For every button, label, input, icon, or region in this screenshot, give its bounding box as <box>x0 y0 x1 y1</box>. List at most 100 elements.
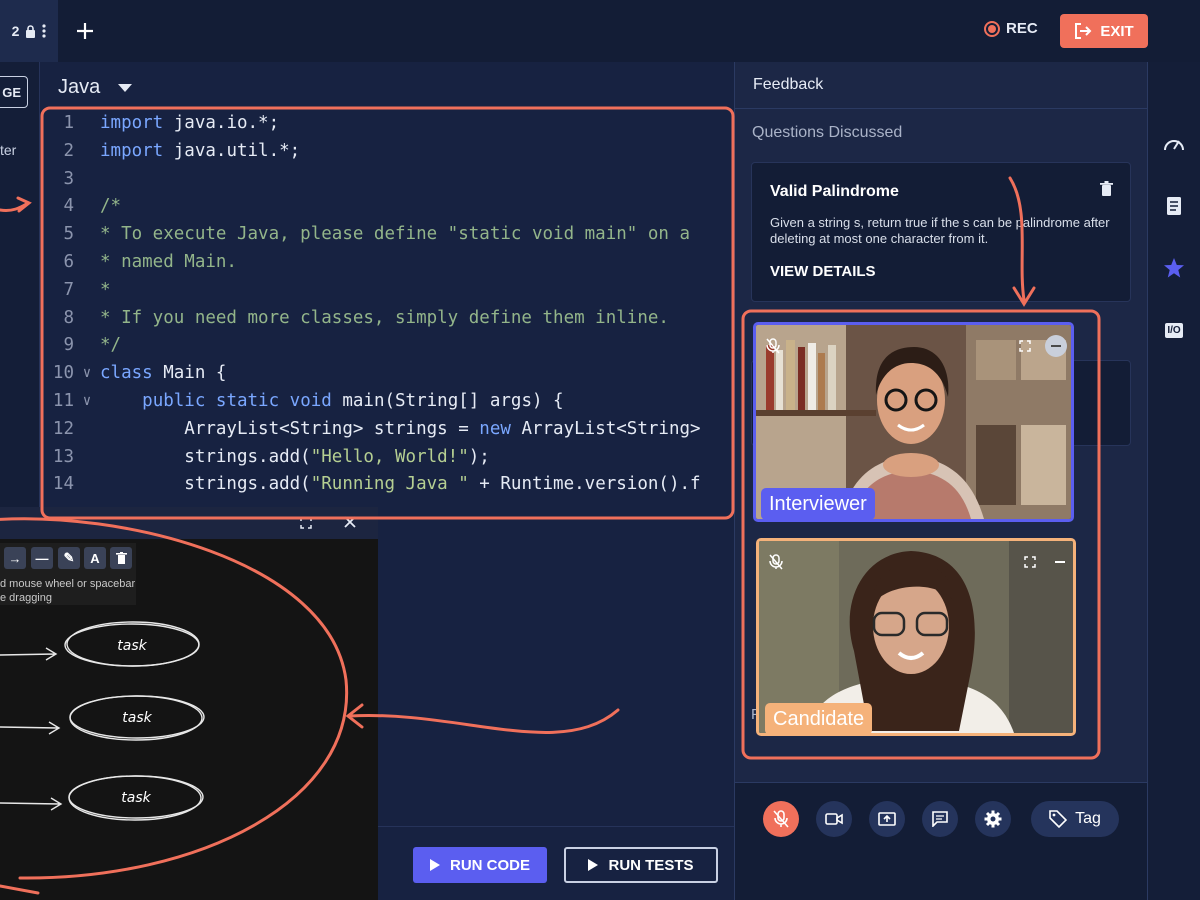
fold-gutter <box>74 110 100 138</box>
text-tool-button[interactable]: A <box>84 547 106 569</box>
chat-icon <box>932 811 948 827</box>
line-tool-button[interactable]: — <box>31 547 53 569</box>
code-token: ArrayList<String> strings = <box>100 418 480 439</box>
minimize-icon[interactable] <box>1045 335 1067 357</box>
code-line[interactable]: 2 import java.util.*; <box>40 138 732 166</box>
whiteboard-toolbar: → — ✎ A d mouse wheel or spacebar e drag… <box>0 543 136 605</box>
code-line[interactable]: 7 * <box>40 277 732 305</box>
mic-off-icon <box>765 551 787 573</box>
code-token: ); <box>468 446 490 467</box>
line-number: 14 <box>52 474 74 495</box>
code-line[interactable]: 14 strings.add("Running Java " + Runtime… <box>40 471 732 499</box>
line-number: 1 <box>63 113 74 133</box>
left-panel-button[interactable]: GE <box>0 76 28 108</box>
run-code-button[interactable]: RUN CODE <box>413 847 547 883</box>
code-token: java.util.*; <box>173 140 301 161</box>
trash-icon[interactable] <box>1100 181 1113 196</box>
view-details-link[interactable]: VIEW DETAILS <box>770 263 876 280</box>
minimize-icon[interactable] <box>1049 551 1071 573</box>
code-line[interactable]: 3 <box>40 166 732 194</box>
fold-chevron-icon[interactable]: ∨ <box>74 360 100 388</box>
whiteboard-hint-line1: d mouse wheel or spacebar <box>0 578 136 590</box>
code-token: + Runtime.version().f <box>468 474 701 495</box>
line-number: 12 <box>52 418 74 439</box>
io-label: I/O <box>1165 322 1183 338</box>
code-token: main(String[] args) { <box>342 390 564 411</box>
trash-icon <box>115 552 127 564</box>
exit-icon <box>1075 23 1092 39</box>
arrow-tool-button[interactable]: → <box>4 547 26 569</box>
record-indicator[interactable]: REC <box>984 20 1038 37</box>
feedback-title: Feedback <box>753 76 824 93</box>
speedometer-button[interactable] <box>1160 130 1188 158</box>
code-line[interactable]: 6 * named Main. <box>40 249 732 277</box>
play-icon <box>588 859 599 871</box>
code-line[interactable]: 8 * If you need more classes, simply defi… <box>40 305 732 333</box>
call-controls: Tag <box>735 782 1148 900</box>
fold-gutter <box>74 277 100 305</box>
screen-share-button[interactable] <box>869 801 905 837</box>
code-line[interactable]: 1 import java.io.*; <box>40 110 732 138</box>
code-token: ArrayList<String> <box>521 418 701 439</box>
text-tool-label: A <box>90 550 100 566</box>
pencil-tool-button[interactable]: ✎ <box>58 547 80 569</box>
language-select-value: Java <box>58 76 101 98</box>
fold-chevron-icon[interactable]: ∨ <box>74 388 100 416</box>
line-number: 9 <box>63 335 74 356</box>
screen-share-icon <box>878 812 896 826</box>
record-label: REC <box>1006 20 1038 37</box>
delete-tool-button[interactable] <box>110 547 132 569</box>
fold-gutter <box>74 221 100 249</box>
code-token: /* <box>100 196 122 217</box>
fold-gutter <box>74 138 100 166</box>
expand-icon[interactable] <box>300 517 312 529</box>
exit-button[interactable]: EXIT <box>1060 14 1148 48</box>
question-card[interactable]: Valid Palindrome Given a string s, retur… <box>751 162 1131 302</box>
fold-gutter <box>74 444 100 472</box>
diagram-node-label: task <box>117 638 147 654</box>
code-line[interactable]: 9 */ <box>40 332 732 360</box>
code-token: java.io.*; <box>173 113 280 133</box>
fullscreen-icon[interactable] <box>1019 551 1041 573</box>
caret-down-icon <box>118 83 133 92</box>
code-line[interactable]: 13 strings.add("Hello, World!"); <box>40 444 732 472</box>
fold-gutter <box>74 332 100 360</box>
language-select[interactable]: Java <box>58 76 133 99</box>
settings-button[interactable] <box>975 801 1011 837</box>
whiteboard-canvas[interactable]: task task task <box>0 607 378 900</box>
line-number: 4 <box>63 196 74 217</box>
whiteboard-hint: d mouse wheel or spacebar e dragging <box>0 577 135 605</box>
mute-button[interactable] <box>763 801 799 837</box>
fullscreen-icon[interactable] <box>1014 335 1036 357</box>
record-icon <box>984 20 1000 37</box>
fold-gutter <box>74 166 100 194</box>
line-number: 11 <box>52 390 74 411</box>
question-title: Valid Palindrome <box>770 183 899 200</box>
interviewer-video[interactable]: Interviewer <box>753 322 1074 522</box>
chat-button[interactable] <box>922 801 958 837</box>
close-icon[interactable] <box>344 516 356 528</box>
questions-discussed-label: Questions Discussed <box>752 124 903 141</box>
camera-button[interactable] <box>816 801 852 837</box>
code-line[interactable]: 10 ∨ class Main { <box>40 360 732 388</box>
code-line[interactable]: 11 ∨ public static void main(String[] arg… <box>40 388 732 416</box>
candidate-video[interactable]: Candidate <box>756 538 1076 736</box>
notes-button[interactable] <box>1160 192 1188 220</box>
code-line[interactable]: 12 ArrayList<String> strings = new Array… <box>40 416 732 444</box>
code-line[interactable]: 4 /* <box>40 193 732 221</box>
tag-button[interactable]: Tag <box>1031 801 1119 837</box>
mic-off-icon <box>762 335 784 357</box>
question-description: Given a string s, return true if the s c… <box>770 215 1110 246</box>
star-button[interactable] <box>1160 254 1188 282</box>
more-vert-icon[interactable] <box>42 24 46 38</box>
whiteboard-window[interactable]: → — ✎ A d mouse wheel or spacebar e drag… <box>0 507 378 900</box>
io-button[interactable]: I/O <box>1160 316 1188 344</box>
code-token: new <box>479 418 522 439</box>
session-tab[interactable]: 2 <box>0 0 58 62</box>
speedometer-icon <box>1164 140 1184 151</box>
add-tab-button[interactable] <box>70 16 100 46</box>
code-editor[interactable]: 1 import java.io.*; 2 import java.util.*; 3 4… <box>40 110 732 508</box>
run-tests-button[interactable]: RUN TESTS <box>564 847 718 883</box>
code-line[interactable]: 5 * To execute Java, please define "stati… <box>40 221 732 249</box>
